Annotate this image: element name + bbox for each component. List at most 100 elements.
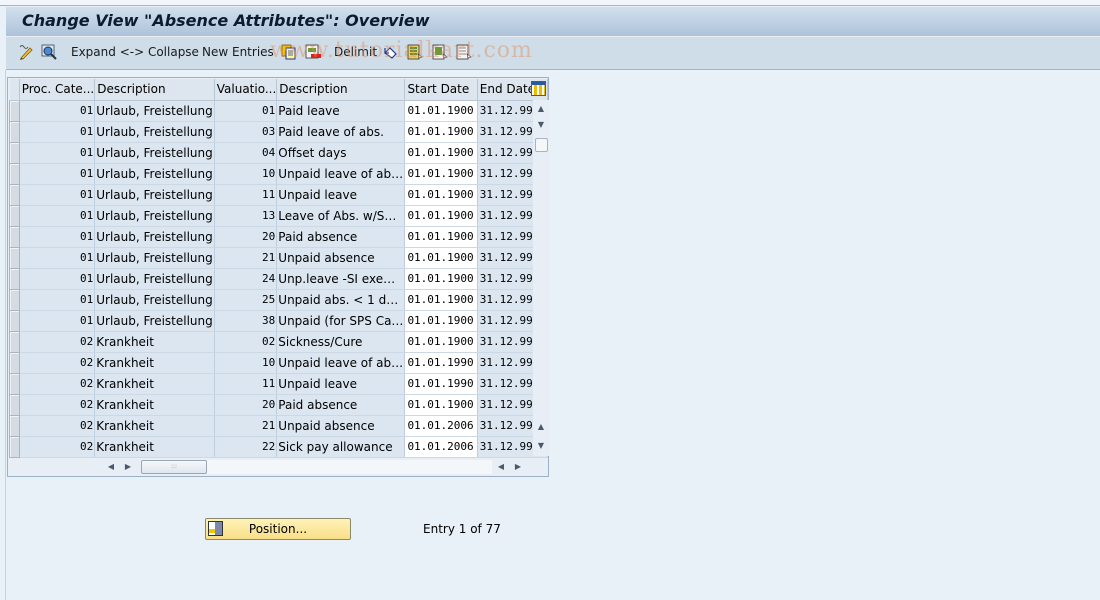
table-row[interactable]: 01 Urlaub, Freistellung 11 Unpaid leave 01.0… bbox=[9, 183, 549, 206]
valuation-description-cell: Unpaid abs. < 1 d… bbox=[276, 289, 406, 311]
delete-icon[interactable] bbox=[305, 44, 321, 60]
column-header-category-description[interactable]: Description bbox=[94, 79, 215, 101]
proc-category-cell: 01 bbox=[19, 310, 96, 332]
vertical-scrollbar[interactable]: ▲ ▼ ▲ ▼ bbox=[533, 100, 549, 456]
scroll-left-icon[interactable]: ◀ bbox=[104, 460, 118, 474]
start-date-cell[interactable]: 01.01.1900 bbox=[404, 268, 478, 290]
scroll-right-right-pane-icon[interactable]: ▶ bbox=[511, 460, 525, 474]
horizontal-scroll-track[interactable] bbox=[207, 460, 492, 474]
row-selector[interactable] bbox=[9, 372, 20, 395]
details-icon[interactable] bbox=[41, 44, 57, 60]
valuation-description-cell: Unpaid leave of ab… bbox=[276, 352, 406, 374]
start-date-cell[interactable]: 01.01.2006 bbox=[404, 415, 478, 437]
category-description-cell: Urlaub, Freistellung bbox=[94, 100, 215, 122]
row-selector[interactable] bbox=[9, 393, 20, 416]
expand-collapse-button[interactable]: Expand <-> Collapse bbox=[71, 45, 199, 59]
new-entries-button[interactable]: New Entries bbox=[202, 45, 274, 59]
delimit-button[interactable]: Delimit bbox=[334, 45, 377, 59]
table-row[interactable]: 02 Krankheit 11 Unpaid leave 01.01.1990 31.12… bbox=[9, 372, 549, 395]
select-all-rows-button[interactable] bbox=[9, 79, 20, 101]
select-all-icon[interactable] bbox=[407, 44, 423, 60]
row-selector[interactable] bbox=[9, 99, 20, 122]
scroll-page-up-icon[interactable]: ▲ bbox=[534, 420, 548, 434]
start-date-cell[interactable]: 01.01.1900 bbox=[404, 331, 478, 353]
column-header-proc-category[interactable]: Proc. Cate... bbox=[19, 79, 96, 101]
table-row[interactable]: 01 Urlaub, Freistellung 24 Unp.leave -SI ex… bbox=[9, 267, 549, 290]
row-selector[interactable] bbox=[9, 120, 20, 143]
table-row[interactable]: 01 Urlaub, Freistellung 03 Paid leave of ab… bbox=[9, 120, 549, 143]
valuation-description-cell: Unpaid leave of ab… bbox=[276, 163, 406, 185]
scroll-down-icon[interactable]: ▼ bbox=[534, 118, 548, 132]
valuation-cell: 20 bbox=[214, 394, 278, 416]
table-row[interactable]: 01 Urlaub, Freistellung 10 Unpaid leave of … bbox=[9, 162, 549, 185]
start-date-cell[interactable]: 01.01.1900 bbox=[404, 100, 478, 122]
table-row[interactable]: 01 Urlaub, Freistellung 01 Paid leave 01.01.… bbox=[9, 99, 549, 122]
valuation-description-cell: Paid absence bbox=[276, 226, 406, 248]
select-block-icon[interactable] bbox=[432, 44, 448, 60]
category-description-cell: Krankheit bbox=[94, 436, 215, 458]
table-row[interactable]: 01 Urlaub, Freistellung 38 Unpaid (for SPS … bbox=[9, 309, 549, 332]
column-header-valuation-description[interactable]: Description bbox=[276, 79, 406, 101]
valuation-description-cell: Unpaid leave bbox=[276, 184, 406, 206]
row-selector[interactable] bbox=[9, 351, 20, 374]
display-change-icon[interactable] bbox=[18, 44, 34, 60]
row-selector[interactable] bbox=[9, 141, 20, 164]
scroll-page-down-icon[interactable]: ▼ bbox=[534, 439, 548, 453]
row-selector[interactable] bbox=[9, 309, 20, 332]
table-row[interactable]: 01 Urlaub, Freistellung 21 Unpaid absence 01… bbox=[9, 246, 549, 269]
start-date-cell[interactable]: 01.01.2006 bbox=[404, 436, 478, 458]
table-row[interactable]: 02 Krankheit 20 Paid absence 01.01.1900 31.12… bbox=[9, 393, 549, 416]
table-row[interactable]: 02 Krankheit 10 Unpaid leave of ab… 01.01.19… bbox=[9, 351, 549, 374]
column-header-valuation[interactable]: Valuatio... bbox=[214, 79, 278, 101]
row-selector[interactable] bbox=[9, 414, 20, 437]
start-date-cell[interactable]: 01.01.1900 bbox=[404, 142, 478, 164]
start-date-cell[interactable]: 01.01.1900 bbox=[404, 184, 478, 206]
horizontal-scroll-thumb[interactable]: ::: bbox=[141, 460, 207, 474]
valuation-cell: 25 bbox=[214, 289, 278, 311]
copy-as-icon[interactable] bbox=[281, 44, 297, 60]
category-description-cell: Krankheit bbox=[94, 331, 215, 353]
undo-change-icon[interactable] bbox=[383, 44, 399, 60]
start-date-cell[interactable]: 01.01.1900 bbox=[404, 247, 478, 269]
start-date-cell[interactable]: 01.01.1900 bbox=[404, 226, 478, 248]
proc-category-cell: 01 bbox=[19, 142, 96, 164]
row-selector[interactable] bbox=[9, 183, 20, 206]
proc-category-cell: 01 bbox=[19, 226, 96, 248]
table-row[interactable]: 02 Krankheit 21 Unpaid absence 01.01.2006 31.… bbox=[9, 414, 549, 437]
valuation-cell: 13 bbox=[214, 205, 278, 227]
scroll-up-icon[interactable]: ▲ bbox=[534, 102, 548, 116]
start-date-cell[interactable]: 01.01.1900 bbox=[404, 289, 478, 311]
table-row[interactable]: 02 Krankheit 22 Sick pay allowance 01.01.200… bbox=[9, 435, 549, 458]
column-header-start-date[interactable]: Start Date bbox=[404, 79, 478, 101]
row-selector[interactable] bbox=[9, 225, 20, 248]
column-settings-icon[interactable] bbox=[531, 81, 546, 96]
row-selector[interactable] bbox=[9, 162, 20, 185]
row-selector[interactable] bbox=[9, 330, 20, 353]
start-date-cell[interactable]: 01.01.1900 bbox=[404, 121, 478, 143]
row-selector[interactable] bbox=[9, 246, 20, 269]
scroll-right-icon[interactable]: ▶ bbox=[121, 460, 135, 474]
horizontal-scrollbar[interactable]: ◀ ▶ ::: ◀ ▶ bbox=[8, 457, 548, 475]
valuation-cell: 10 bbox=[214, 163, 278, 185]
row-selector[interactable] bbox=[9, 288, 20, 311]
start-date-cell[interactable]: 01.01.1990 bbox=[404, 352, 478, 374]
row-selector[interactable] bbox=[9, 267, 20, 290]
table-row[interactable]: 01 Urlaub, Freistellung 25 Unpaid abs. < 1 … bbox=[9, 288, 549, 311]
row-selector[interactable] bbox=[9, 435, 20, 458]
proc-category-cell: 01 bbox=[19, 184, 96, 206]
start-date-cell[interactable]: 01.01.1900 bbox=[404, 205, 478, 227]
start-date-cell[interactable]: 01.01.1900 bbox=[404, 310, 478, 332]
vertical-scroll-thumb[interactable] bbox=[535, 138, 548, 152]
scroll-left-right-pane-icon[interactable]: ◀ bbox=[494, 460, 508, 474]
start-date-cell[interactable]: 01.01.1900 bbox=[404, 163, 478, 185]
deselect-all-icon[interactable] bbox=[456, 44, 472, 60]
table-row[interactable]: 02 Krankheit 02 Sickness/Cure 01.01.1900 31.1… bbox=[9, 330, 549, 353]
row-selector[interactable] bbox=[9, 204, 20, 227]
start-date-cell[interactable]: 01.01.1990 bbox=[404, 373, 478, 395]
table-row[interactable]: 01 Urlaub, Freistellung 04 Offset days 01.01… bbox=[9, 141, 549, 164]
table-row[interactable]: 01 Urlaub, Freistellung 13 Leave of Abs. w/… bbox=[9, 204, 549, 227]
table-row[interactable]: 01 Urlaub, Freistellung 20 Paid absence 01.0… bbox=[9, 225, 549, 248]
position-button[interactable]: Position... bbox=[205, 518, 351, 540]
start-date-cell[interactable]: 01.01.1900 bbox=[404, 394, 478, 416]
proc-category-cell: 02 bbox=[19, 394, 96, 416]
